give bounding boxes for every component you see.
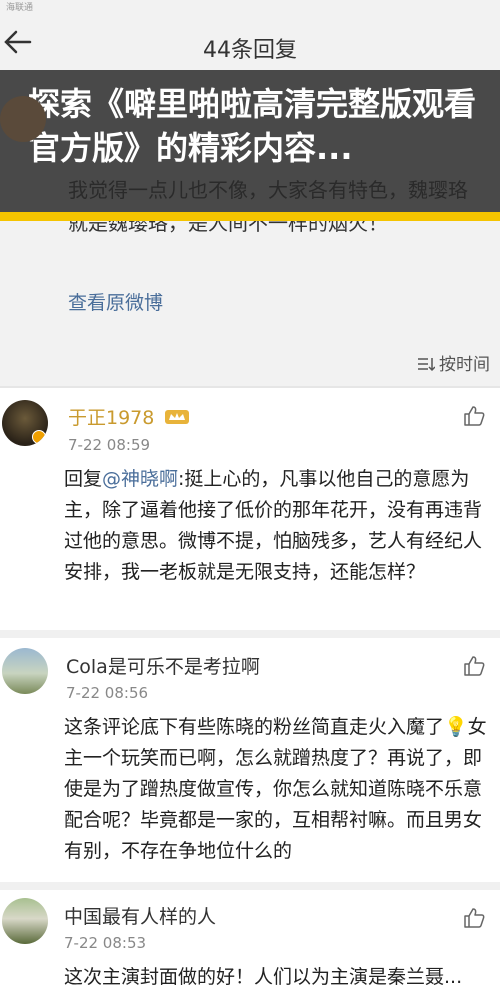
thumbs-up-icon[interactable] xyxy=(462,404,486,428)
comment-time: 7-22 08:56 xyxy=(66,684,149,702)
comment-time: 7-22 08:59 xyxy=(68,436,151,454)
avatar[interactable] xyxy=(2,400,48,446)
nav-bar: 44条回复 xyxy=(0,12,500,76)
banner-title: 探索《噼里啪啦高清完整版观看官方版》的精彩内容... xyxy=(28,85,477,167)
comment-time: 7-22 08:53 xyxy=(64,934,147,952)
username-text: 于正1978 xyxy=(68,407,155,429)
thumbs-up-icon[interactable] xyxy=(462,654,486,678)
comment-separator xyxy=(0,630,500,638)
status-bar: 海联通 xyxy=(0,0,500,13)
comment-item: Cola是可乐不是考拉啊 7-22 08:56 这条评论底下有些陈晓的粉丝简直走… xyxy=(0,638,500,882)
comment-username[interactable]: 于正1978 xyxy=(68,403,190,430)
reply-prefix: 回复 xyxy=(64,468,103,490)
comment-item: 于正1978 7-22 08:59 回复@神晓啊:挺上心的，凡事以他自己的意愿为… xyxy=(0,388,500,630)
sort-icon xyxy=(418,358,435,372)
original-post-avatar[interactable] xyxy=(0,96,46,142)
page-title: 44条回复 xyxy=(203,38,297,63)
banner-accent-bar xyxy=(0,212,500,221)
comment-text: 这条评论底下有些陈晓的粉丝简直走火入魔了💡女主一个玩笑而已啊，怎么就蹭热度了？再… xyxy=(64,716,487,862)
title-banner: 探索《噼里啪啦高清完整版观看官方版》的精彩内容... xyxy=(0,70,500,212)
mention-link[interactable]: @神晓啊 xyxy=(102,468,178,490)
comment-username[interactable]: Cola是可乐不是考拉啊 xyxy=(66,652,260,679)
comment-text: 这次主演封面做的好！人们以为主演是秦兰聂... xyxy=(64,966,463,988)
avatar[interactable] xyxy=(2,648,48,694)
sort-label: 按时间 xyxy=(439,355,490,375)
comment-separator xyxy=(0,882,500,890)
comment-username[interactable]: 中国最有人样的人 xyxy=(64,902,216,929)
comment-text: 回复@神晓啊:挺上心的，凡事以他自己的意愿为主，除了逼着他接了低价的那年花开，没… xyxy=(64,464,492,588)
vip-badge-icon xyxy=(32,430,46,444)
crown-icon xyxy=(165,410,190,424)
thumbs-up-icon[interactable] xyxy=(462,906,486,930)
view-original-link[interactable]: 查看原微博 xyxy=(68,288,163,315)
sort-by-time-button[interactable]: 按时间 xyxy=(417,350,490,375)
avatar[interactable] xyxy=(2,898,48,944)
comment-item: 中国最有人样的人 7-22 08:53 这次主演封面做的好！人们以为主演是秦兰聂… xyxy=(0,890,500,1000)
